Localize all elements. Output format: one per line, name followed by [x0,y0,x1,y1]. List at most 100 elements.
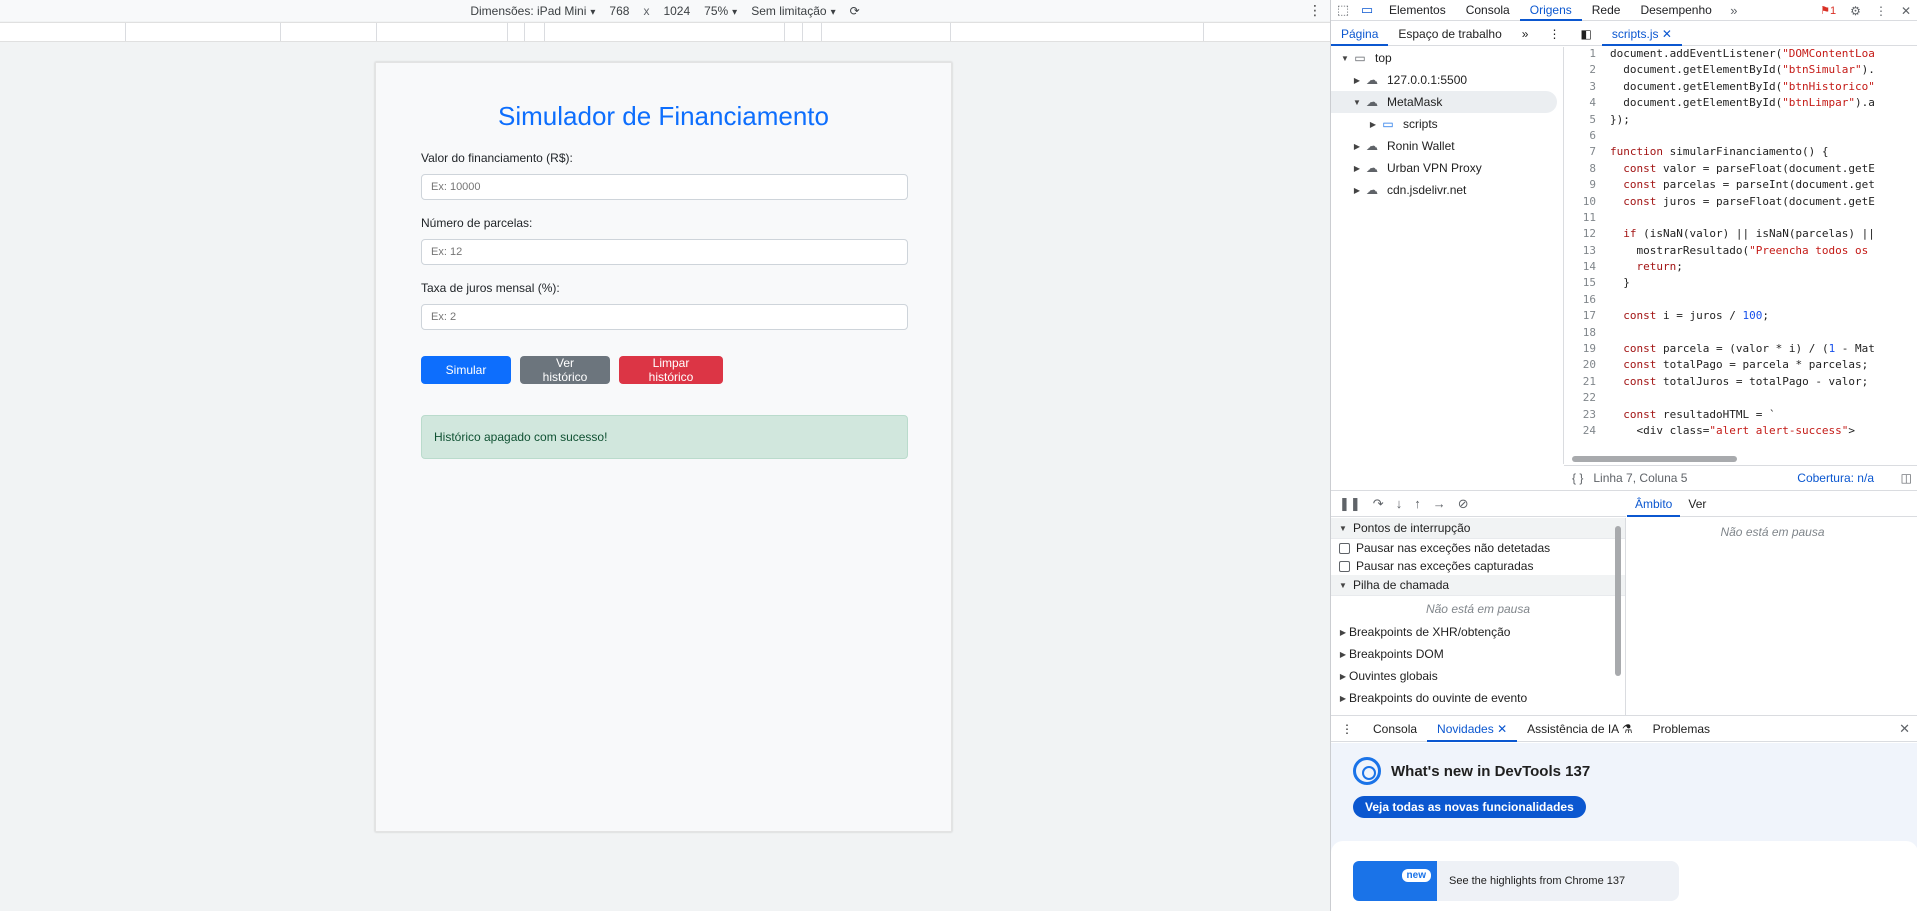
line-number[interactable]: 20 [1564,358,1610,374]
tab-performance[interactable]: Desempenho [1630,0,1721,21]
code-line[interactable]: 17 const i = juros / 100; [1564,309,1917,325]
more-subtabs-icon[interactable]: » [1512,22,1539,46]
event-breakpoints-section[interactable]: ▶ Breakpoints do ouvinte de evento [1331,687,1625,709]
line-number[interactable]: 2 [1564,63,1610,79]
dom-breakpoints-section[interactable]: ▶ Breakpoints DOM [1331,643,1625,665]
close-drawer-icon[interactable]: ✕ [1899,721,1910,737]
clear-history-button[interactable]: Limpar histórico [619,356,723,384]
code-line[interactable]: 21 const totalJuros = totalPago - valor; [1564,375,1917,391]
line-number[interactable]: 3 [1564,80,1610,96]
tree-item[interactable]: ▶ ☁ 127.0.0.1:5500 [1331,69,1563,91]
device-toggle-icon[interactable]: ▭ [1355,2,1379,18]
xhr-breakpoints-section[interactable]: ▶ Breakpoints de XHR/obtenção [1331,621,1625,643]
code-line[interactable]: 7 function simularFinanciamento() { [1564,145,1917,161]
code-line[interactable]: 8 const valor = parseFloat(document.getE [1564,162,1917,178]
code-editor[interactable]: 1 document.addEventListener("DOMContentLo… [1564,47,1917,464]
tree-item[interactable]: ▶ ▭ scripts [1331,113,1563,135]
deactivate-breakpoints-icon[interactable]: ⊘ [1458,496,1469,512]
line-number[interactable]: 5 [1564,113,1610,129]
code-line[interactable]: 12 if (isNaN(valor) || isNaN(parcelas) |… [1564,227,1917,243]
zoom-select[interactable]: 75% [704,4,737,18]
step-over-icon[interactable]: ↷ [1373,496,1384,512]
tab-scope[interactable]: Âmbito [1627,491,1681,517]
code-line[interactable]: 2 document.getElementById("btnSimular"). [1564,63,1917,79]
tab-network[interactable]: Rede [1582,0,1631,21]
collapsed-arrow-icon[interactable]: ▶ [1351,186,1363,195]
tree-item[interactable]: ▶ ☁ Ronin Wallet [1331,135,1563,157]
code-line[interactable]: 9 const parcelas = parseInt(document.get [1564,178,1917,194]
line-number[interactable]: 6 [1564,129,1610,145]
expanded-arrow-icon[interactable]: ▼ [1351,98,1363,107]
step-icon[interactable]: → [1433,496,1446,511]
code-line[interactable]: 4 document.getElementById("btnLimpar").a [1564,96,1917,112]
tab-ai-assistance[interactable]: Assistência de IA ⚗ [1517,716,1643,742]
code-line[interactable]: 23 const resultadoHTML = ` [1564,408,1917,424]
tree-item[interactable]: ▶ ☁ cdn.jsdelivr.net [1331,179,1563,201]
line-number[interactable]: 13 [1564,244,1610,260]
installments-input[interactable] [421,239,908,265]
device-select[interactable]: Dimensões: iPad Mini [470,4,595,18]
tree-item[interactable]: ▼ ☁ MetaMask [1331,91,1557,113]
callstack-section[interactable]: ▼ Pilha de chamada [1331,575,1625,596]
rotate-icon[interactable]: ⟳ [850,4,860,18]
vertical-scrollbar[interactable] [1615,526,1621,676]
line-number[interactable]: 1 [1564,47,1610,63]
code-line[interactable]: 5}); [1564,113,1917,129]
pretty-print-icon[interactable]: { } [1572,471,1583,485]
toggle-navigator-icon[interactable]: ◧ [1570,22,1601,46]
tab-drawer-console[interactable]: Consola [1363,716,1427,742]
code-line[interactable]: 15 } [1564,276,1917,292]
width-input[interactable]: 768 [609,4,629,18]
code-line[interactable]: 16 [1564,293,1917,309]
close-tab-icon[interactable]: ✕ [1497,722,1507,736]
line-number[interactable]: 15 [1564,276,1610,292]
code-line[interactable]: 20 const totalPago = parcela * parcelas; [1564,358,1917,374]
more-tabs-icon[interactable]: » [1722,3,1746,18]
close-icon[interactable]: ✕ [1901,4,1911,18]
issues-badge[interactable]: ⚑1 [1820,4,1836,17]
tab-watch[interactable]: Ver [1680,491,1714,517]
throttle-select[interactable]: Sem limitação [751,4,835,18]
line-number[interactable]: 22 [1564,391,1610,407]
more-options-icon[interactable]: ⋮ [1308,2,1322,19]
pause-caught-checkbox[interactable]: Pausar nas exceções capturadas [1331,557,1625,575]
tree-item[interactable]: ▶ ☁ Urban VPN Proxy [1331,157,1563,179]
pause-icon[interactable]: ❚❚ [1339,496,1361,512]
tab-issues[interactable]: Problemas [1643,716,1720,742]
tab-whats-new[interactable]: Novidades ✕ [1427,716,1518,742]
collapsed-arrow-icon[interactable]: ▶ [1367,120,1379,129]
simulate-button[interactable]: Simular [421,356,511,384]
code-line[interactable]: 3 document.getElementById("btnHistorico" [1564,80,1917,96]
expanded-arrow-icon[interactable]: ▼ [1339,54,1351,63]
code-line[interactable]: 19 const parcela = (valor * i) / (1 - Ma… [1564,342,1917,358]
code-line[interactable]: 10 const juros = parseFloat(document.get… [1564,195,1917,211]
code-line[interactable]: 18 [1564,326,1917,342]
file-tab-scripts-js[interactable]: scripts.js ✕ [1601,22,1682,46]
line-number[interactable]: 7 [1564,145,1610,161]
breakpoints-section[interactable]: ▼ Pontos de interrupção [1331,518,1625,539]
code-line[interactable]: 14 return; [1564,260,1917,276]
toggle-debugger-icon[interactable]: ◫ [1901,471,1912,485]
tab-console[interactable]: Consola [1456,0,1520,21]
tab-elements[interactable]: Elementos [1379,0,1456,21]
highlights-link[interactable]: new See the highlights from Chrome 137 [1353,861,1679,901]
line-number[interactable]: 23 [1564,408,1610,424]
see-new-features-button[interactable]: Veja todas as novas funcionalidades [1353,796,1586,818]
code-line[interactable]: 1 document.addEventListener("DOMContentLo… [1564,47,1917,63]
amount-input[interactable] [421,174,908,200]
line-number[interactable]: 16 [1564,293,1610,309]
settings-gear-icon[interactable]: ⚙ [1850,4,1861,18]
tree-item[interactable]: ▼ ▭ top [1331,47,1563,69]
global-listeners-section[interactable]: ▶ Ouvintes globais [1331,665,1625,687]
collapsed-arrow-icon[interactable]: ▶ [1351,164,1363,173]
pause-uncaught-checkbox[interactable]: Pausar nas exceções não detetadas [1331,539,1625,557]
checkbox[interactable] [1339,560,1350,572]
coverage-link[interactable]: Cobertura: n/a [1797,471,1874,485]
line-number[interactable]: 21 [1564,375,1610,391]
interest-input[interactable] [421,304,908,330]
line-number[interactable]: 14 [1564,260,1610,276]
code-line[interactable]: 22 [1564,391,1917,407]
height-input[interactable]: 1024 [663,4,690,18]
line-number[interactable]: 10 [1564,195,1610,211]
history-button[interactable]: Ver histórico [520,356,610,384]
